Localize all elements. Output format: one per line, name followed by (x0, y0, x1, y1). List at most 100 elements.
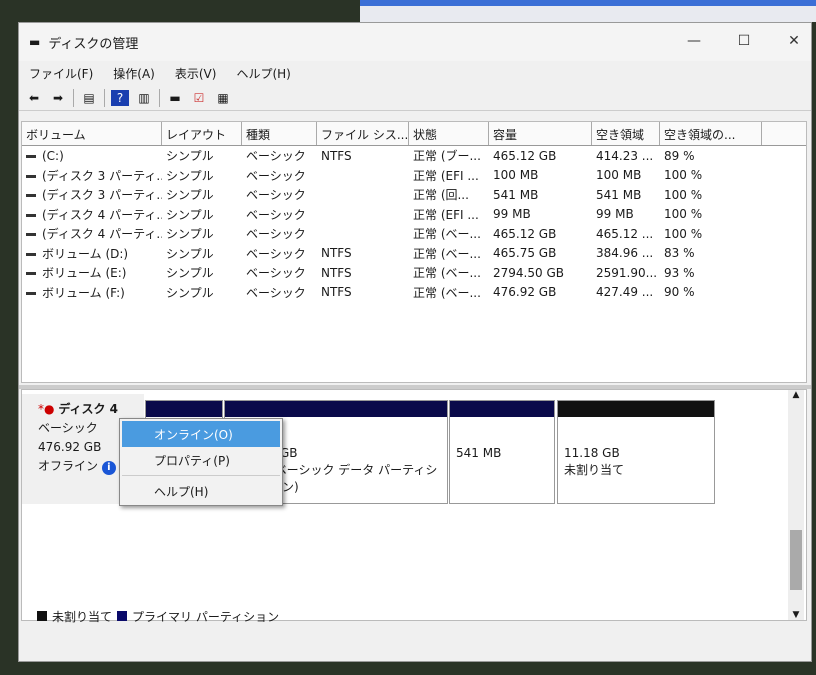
table-row[interactable]: (ディスク 4 パーティ... シンプル ベーシック 正常 (ベー... 465.12 … (22, 224, 806, 244)
table-cell: 100 MB (493, 168, 539, 183)
table-cell: 465.12 GB (493, 226, 557, 241)
table-cell: 正常 (ベー... (413, 266, 481, 281)
unallocated-space[interactable]: 11.18 GB 未割り当て (557, 400, 715, 504)
volume-name: ボリューム (D:) (42, 246, 129, 261)
action-pane-icon[interactable]: ▥ (135, 90, 153, 106)
offline-disk-icon: *● (38, 402, 55, 416)
check-document-icon[interactable]: ☑ (190, 90, 208, 106)
menu-view[interactable]: 表示(V) (175, 65, 217, 82)
table-cell: 100 % (664, 187, 703, 202)
table-cell: 541 MB (596, 187, 642, 202)
table-cell: シンプル (166, 188, 214, 203)
volume-name: (C:) (42, 148, 64, 163)
table-cell: 2794.50 GB (493, 265, 564, 280)
forward-icon[interactable]: ➡ (49, 90, 67, 106)
column-header[interactable]: 空き領域の... (660, 122, 762, 145)
menu-item-properties[interactable]: プロパティ(P) (122, 447, 280, 473)
table-cell: (ディスク 3 パーティ... (22, 167, 162, 184)
console-tree-icon[interactable]: ▤ (80, 90, 98, 106)
volume-icon (26, 233, 36, 237)
table-cell: 正常 (ベー... (413, 246, 481, 261)
back-icon[interactable]: ⬅ (25, 90, 43, 106)
disk-management-window: ▬ ディスクの管理 — ☐ ✕ ファイル(F) 操作(A) 表示(V) ヘルプ(… (18, 22, 812, 662)
table-cell: ボリューム (F:) (22, 284, 162, 301)
table-row[interactable]: ボリューム (F:) シンプル ベーシック NTFS 正常 (ベー... 476.92 G… (22, 283, 806, 303)
column-header[interactable]: ファイル シス... (317, 122, 409, 145)
table-cell: 正常 (ブー... (413, 149, 481, 164)
scroll-down-icon[interactable]: ▼ (788, 610, 804, 620)
column-header[interactable]: レイアウト (162, 122, 242, 145)
table-cell: 465.12 GB (493, 148, 557, 163)
table-row[interactable]: (ディスク 3 パーティ... シンプル ベーシック 正常 (EFI ... 100 M… (22, 166, 806, 186)
volume-name: (ディスク 4 パーティ... (42, 227, 162, 242)
info-icon[interactable]: i (101, 461, 116, 475)
volume-name: ボリューム (F:) (42, 285, 125, 300)
disk-status: オフライン (38, 459, 99, 473)
scroll-up-icon[interactable]: ▲ (788, 390, 804, 400)
column-header[interactable]: 種類 (242, 122, 317, 145)
table-cell: ベーシック (246, 188, 306, 203)
primary-swatch (117, 611, 128, 621)
table-row[interactable]: ボリューム (E:) シンプル ベーシック NTFS 正常 (ベー... 2794.50 … (22, 263, 806, 283)
table-cell: 100 % (664, 168, 703, 183)
table-row[interactable]: (ディスク 3 パーティ... シンプル ベーシック 正常 (回... 541 MB 54… (22, 185, 806, 205)
table-cell: (ディスク 4 パーティ... (22, 225, 162, 242)
volume-name: (ディスク 3 パーティ... (42, 188, 162, 203)
minimize-button[interactable]: — (674, 33, 714, 49)
menu-item-help[interactable]: ヘルプ(H) (122, 478, 280, 504)
table-row[interactable]: (ディスク 4 パーティ... シンプル ベーシック 正常 (EFI ... 99 MB… (22, 205, 806, 225)
column-header[interactable]: 容量 (489, 122, 592, 145)
menu-item-online[interactable]: オンライン(O) (122, 421, 280, 447)
table-cell: ボリューム (D:) (22, 245, 162, 262)
table-cell: 465.12 ... (596, 226, 654, 241)
table-cell: ベーシック (246, 207, 306, 222)
disk-icon[interactable]: ▬ (166, 90, 184, 106)
legend: 未割り当て プライマリ パーティション (21, 607, 279, 625)
volume-icon (26, 252, 36, 256)
table-cell: 476.92 GB (493, 285, 557, 300)
toolbar: ⬅ ➡ ▤ ? ▥ ▬ ☑ ▦ (19, 85, 811, 111)
vertical-scrollbar[interactable]: ▲ ▼ (788, 390, 804, 620)
column-header[interactable]: 状態 (409, 122, 489, 145)
context-menu: オンライン(O) プロパティ(P) ヘルプ(H) (119, 418, 283, 506)
table-cell: ベーシック (246, 246, 306, 261)
maximize-button[interactable]: ☐ (724, 33, 764, 49)
table-cell: (ディスク 4 パーティ... (22, 206, 162, 223)
close-button[interactable]: ✕ (774, 33, 814, 49)
menu-action[interactable]: 操作(A) (113, 65, 155, 82)
table-row[interactable]: ボリューム (D:) シンプル ベーシック NTFS 正常 (ベー... 465.75 G… (22, 244, 806, 264)
table-row[interactable]: (C:) シンプル ベーシック NTFS 正常 (ブー... 465.12 GB 414.2… (22, 146, 806, 166)
unallocated-swatch (37, 611, 47, 621)
table-cell: 99 MB (493, 207, 531, 222)
partition-3[interactable]: 541 MB (449, 400, 555, 504)
table-cell: NTFS (321, 148, 352, 163)
table-cell: シンプル (166, 168, 214, 183)
properties-icon[interactable]: ▦ (214, 90, 232, 106)
table-cell: 100 % (664, 226, 703, 241)
table-cell: シンプル (166, 227, 214, 242)
table-cell: 99 MB (596, 207, 634, 222)
table-cell: 384.96 ... (596, 246, 654, 261)
volume-icon (26, 291, 36, 295)
column-header[interactable]: 空き領域 (592, 122, 660, 145)
volume-name: ボリューム (E:) (42, 266, 127, 281)
table-cell: ベーシック (246, 227, 306, 242)
table-cell: 541 MB (493, 187, 539, 202)
table-cell: 正常 (ベー... (413, 285, 481, 300)
table-cell: 100 % (664, 207, 703, 222)
volume-list: ボリューム レイアウト 種類 ファイル シス... 状態 容量 空き領域 空き領域の... (… (21, 121, 807, 383)
volume-name: (ディスク 4 パーティ... (42, 207, 162, 222)
table-cell: 89 % (664, 148, 695, 163)
volume-name: (ディスク 3 パーティ... (42, 168, 162, 183)
scroll-thumb[interactable] (790, 530, 802, 590)
table-cell: 正常 (ベー... (413, 227, 481, 242)
table-cell: 正常 (EFI ... (413, 168, 479, 183)
table-cell: 100 MB (596, 168, 642, 183)
menu-file[interactable]: ファイル(F) (29, 65, 93, 82)
menu-help[interactable]: ヘルプ(H) (236, 65, 290, 82)
table-cell: ベーシック (246, 266, 306, 281)
legend-unallocated: 未割り当て (52, 609, 113, 624)
column-header[interactable]: ボリューム (22, 122, 162, 145)
help-icon[interactable]: ? (111, 89, 129, 106)
table-cell: 83 % (664, 246, 695, 261)
